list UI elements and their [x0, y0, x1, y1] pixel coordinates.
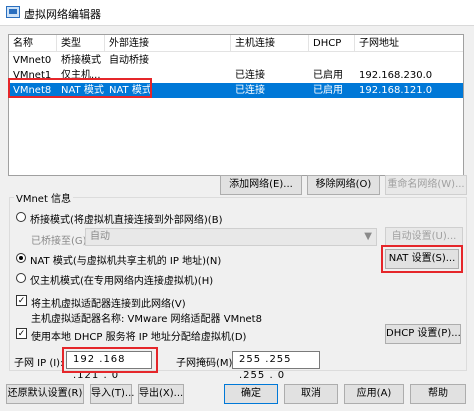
chevron-down-icon: ▼ [364, 231, 372, 242]
subnet-ip-field[interactable]: 192 .168 .121 . 0 [66, 351, 152, 381]
bridged-to-select[interactable]: 自动 ▼ [85, 228, 377, 246]
table-cell: 192.168.121.0 [359, 85, 433, 96]
restore-defaults-button[interactable]: 还原默认设置(R) [6, 384, 84, 404]
help-button[interactable]: 帮助 [410, 384, 466, 404]
host-only-label: 仅主机模式(在专用网络内连接虚拟机)(H) [30, 276, 214, 287]
column-header-name[interactable]: 名称 [9, 35, 57, 52]
bridged-radio[interactable] [16, 212, 26, 222]
network-table[interactable]: 名称 类型 外部连接 主机连接 DHCP 子网地址 VMnet0 桥接模式 自动… [8, 34, 464, 176]
dhcp-settings-button[interactable]: DHCP 设置(P)... [385, 324, 461, 344]
table-cell: 192.168.230.0 [359, 70, 433, 81]
window-title: 虚拟网络编辑器 [24, 8, 101, 21]
title-bar: 虚拟网络编辑器 [0, 0, 474, 26]
adapter-name-label: 主机虚拟适配器名称: VMware 网络适配器 VMnet8 [31, 314, 262, 325]
nat-radio[interactable] [16, 253, 26, 263]
connect-adapter-label: 将主机虚拟适配器连接到此网络(V) [31, 299, 186, 310]
table-cell: 已连接 [235, 70, 265, 81]
use-dhcp-checkbox[interactable]: ✓ [16, 328, 27, 339]
table-row-vmnet0[interactable]: VMnet0 桥接模式 自动桥接 [9, 53, 463, 68]
table-cell [231, 53, 309, 68]
network-editor-icon [6, 6, 20, 18]
ok-button[interactable]: 确定 [224, 384, 278, 404]
bridged-label: 桥接模式(将虚拟机直接连接到外部网络)(B) [30, 215, 223, 226]
remove-network-button[interactable]: 移除网络(O) [307, 175, 380, 195]
import-button[interactable]: 导入(T)... [90, 384, 134, 404]
export-button[interactable]: 导出(X)... [138, 384, 184, 404]
bridged-to-label: 已桥接至(G): [31, 236, 90, 247]
apply-button[interactable]: 应用(A) [344, 384, 404, 404]
table-cell: 仅主机... [61, 70, 101, 81]
subnet-mask-field[interactable]: 255 .255 .255 . 0 [232, 351, 320, 381]
table-cell: 已启用 [313, 85, 343, 96]
cancel-button[interactable]: 取消 [284, 384, 338, 404]
connect-adapter-checkbox[interactable]: ✓ [16, 295, 27, 306]
subnet-mask-label: 子网掩码(M): [176, 358, 236, 369]
table-cell: VMnet0 [13, 55, 52, 66]
column-header-external[interactable]: 外部连接 [105, 35, 231, 52]
use-dhcp-label: 使用本地 DHCP 服务将 IP 地址分配给虚拟机(D) [31, 332, 247, 343]
column-header-host[interactable]: 主机连接 [231, 35, 309, 52]
table-cell: NAT 模式 [109, 85, 152, 96]
subnet-ip-label: 子网 IP (I): [14, 358, 64, 369]
add-network-button[interactable]: 添加网络(E)... [220, 175, 302, 195]
vmnet-info-label: VMnet 信息 [14, 190, 74, 205]
table-cell: 桥接模式 [61, 55, 101, 66]
auto-settings-button[interactable]: 自动设置(U)... [385, 227, 463, 247]
rename-network-button[interactable]: 重命名网络(W)... [385, 175, 467, 195]
host-only-radio[interactable] [16, 273, 26, 283]
table-cell: 已启用 [313, 70, 343, 81]
table-row-vmnet1[interactable]: VMnet1 仅主机... 已连接 已启用 192.168.230.0 [9, 68, 463, 83]
table-cell [355, 53, 463, 68]
column-header-type[interactable]: 类型 [57, 35, 105, 52]
table-cell: VMnet1 [13, 70, 52, 81]
bridged-to-value: 自动 [90, 231, 110, 242]
table-cell: 自动桥接 [109, 55, 149, 66]
nat-label: NAT 模式(与虚拟机共享主机的 IP 地址)(N) [30, 256, 222, 267]
nat-settings-button[interactable]: NAT 设置(S)... [385, 249, 459, 269]
table-cell [105, 68, 231, 83]
table-cell: 已连接 [235, 85, 265, 96]
column-header-subnet[interactable]: 子网地址 [355, 35, 463, 52]
table-cell: NAT 模式 [61, 85, 104, 96]
table-row-vmnet8[interactable]: VMnet8 NAT 模式 NAT 模式 已连接 已启用 192.168.121… [9, 83, 463, 98]
column-header-dhcp[interactable]: DHCP [309, 35, 355, 52]
table-cell: VMnet8 [13, 85, 52, 96]
table-cell [309, 53, 355, 68]
